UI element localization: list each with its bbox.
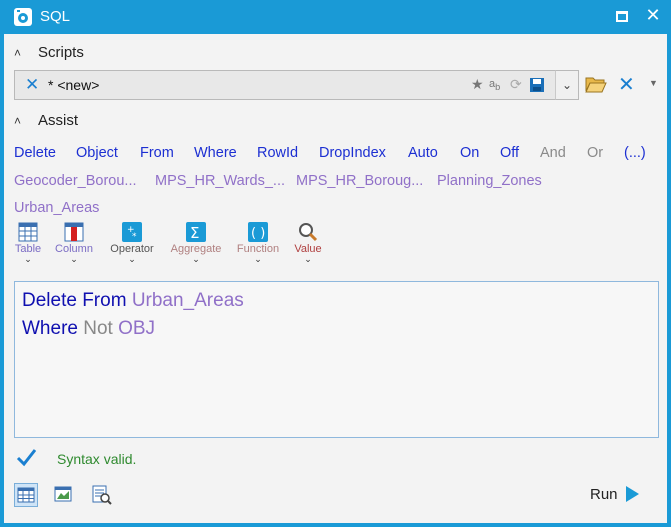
title-bar: SQL ✕ (0, 0, 671, 34)
column-icon (64, 222, 84, 242)
run-button[interactable]: Run (590, 486, 639, 503)
star-icon[interactable]: ★ (471, 76, 484, 93)
app-icon (14, 8, 32, 26)
run-label: Run (590, 486, 618, 503)
assist-label: Assist (38, 112, 79, 129)
syntax-status-text: Syntax valid. (57, 451, 137, 467)
table-item[interactable]: Planning_Zones (437, 173, 542, 189)
keyword-object[interactable]: Object (76, 145, 118, 161)
close-icon[interactable]: ✕ (644, 6, 662, 24)
table-item[interactable]: Geocoder_Borou... (14, 173, 137, 189)
keyword-dropindex[interactable]: DropIndex (319, 145, 386, 161)
operator-icon: + * (122, 222, 142, 242)
keyword-more[interactable]: (...) (624, 145, 646, 161)
map-view-button[interactable] (52, 483, 76, 507)
parentheses-icon: ( ) (248, 222, 268, 242)
operator-assist-button[interactable]: + * Operator ⌄ (103, 222, 161, 264)
scripts-label: Scripts (38, 44, 84, 61)
editor-keyword: Delete (22, 290, 77, 311)
query-settings-button[interactable] (90, 483, 114, 507)
column-assist-button[interactable]: Column ⌄ (45, 222, 103, 264)
aggregate-assist-button[interactable]: Σ Aggregate ⌄ (167, 222, 225, 264)
script-name: * <new> (48, 77, 100, 93)
table-icon (18, 222, 38, 242)
chevron-up-icon: ˄ (14, 46, 22, 60)
save-icon[interactable] (529, 77, 545, 93)
keyword-off[interactable]: Off (500, 145, 519, 161)
editor-line-2: Where Not OBJ (22, 315, 651, 343)
window-title: SQL (40, 8, 71, 25)
keyword-and[interactable]: And (540, 145, 566, 161)
sigma-icon: Σ (186, 222, 206, 242)
chevron-down-icon: ⌄ (128, 254, 136, 264)
chevron-down-icon: ⌄ (304, 254, 312, 264)
editor-line-1: Delete From Urban_Areas (22, 287, 651, 315)
play-icon (625, 486, 639, 502)
keyword-from[interactable]: From (140, 145, 174, 161)
query-settings-icon (92, 485, 112, 505)
editor-identifier: Urban_Areas (131, 290, 244, 311)
magnifier-icon (299, 223, 318, 242)
sql-window: SQL ✕ ˄ Scripts ✕ * <new> ★ ab ⟳ ⌄ ✕ ▼ ˄… (0, 0, 671, 527)
table-item[interactable]: Urban_Areas (14, 200, 99, 216)
keyword-or[interactable]: Or (587, 145, 603, 161)
sql-editor[interactable]: Delete From Urban_Areas Where Not OBJ (14, 281, 659, 438)
checkmark-icon (16, 449, 36, 467)
close-script-icon[interactable]: ✕ (25, 75, 39, 95)
refresh-icon[interactable]: ⟳ (510, 76, 522, 93)
editor-keyword: Not (83, 318, 113, 339)
value-assist-button[interactable]: Value ⌄ (279, 222, 337, 264)
assist-section-header[interactable]: ˄ Assist (14, 112, 78, 129)
keyword-delete[interactable]: Delete (14, 145, 56, 161)
chevron-down-icon: ⌄ (70, 254, 78, 264)
table-item[interactable]: MPS_HR_Wards_... (155, 173, 285, 189)
keyword-auto[interactable]: Auto (408, 145, 438, 161)
table-item[interactable]: MPS_HR_Boroug... (296, 173, 423, 189)
keyword-on[interactable]: On (460, 145, 479, 161)
scripts-section-header[interactable]: ˄ Scripts (14, 44, 84, 61)
sql-panel: ˄ Scripts ✕ * <new> ★ ab ⟳ ⌄ ✕ ▼ ˄ Assist … (4, 34, 667, 523)
svg-text:( ): ( ) (251, 226, 265, 241)
maximize-icon[interactable] (616, 11, 628, 22)
editor-keyword: Where (22, 318, 78, 339)
keyword-rowid[interactable]: RowId (257, 145, 298, 161)
chevron-up-icon: ˄ (14, 114, 22, 128)
close-all-dropdown-icon[interactable]: ▼ (649, 78, 658, 88)
map-icon (54, 486, 72, 502)
editor-keyword: From (82, 290, 127, 311)
results-grid-button[interactable] (14, 483, 38, 507)
script-dropdown-button[interactable]: ⌄ (555, 70, 579, 100)
keyword-where[interactable]: Where (194, 145, 237, 161)
close-all-icon[interactable]: ✕ (618, 72, 635, 97)
editor-identifier: OBJ (118, 318, 156, 339)
open-folder-icon[interactable] (585, 74, 607, 94)
rename-icon[interactable]: ab (489, 78, 500, 92)
script-selector[interactable]: ✕ * <new> ★ ab ⟳ (14, 70, 579, 100)
svg-text:Σ: Σ (190, 224, 199, 242)
grid-icon (17, 487, 35, 503)
chevron-down-icon: ⌄ (192, 254, 200, 264)
svg-text:*: * (132, 232, 137, 242)
